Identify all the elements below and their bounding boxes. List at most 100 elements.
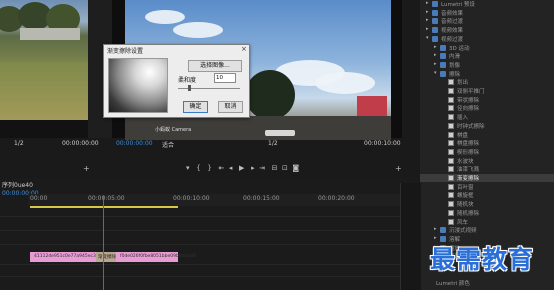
effects-item[interactable]: 水波块 xyxy=(420,157,554,165)
effects-item[interactable]: 棋盘擦除 xyxy=(420,139,554,147)
source-zoom[interactable]: 1/2 xyxy=(14,140,24,147)
folder-icon xyxy=(440,61,446,68)
choose-image-button[interactable]: 选择图像... xyxy=(188,60,242,72)
step-back-icon[interactable]: ◂ xyxy=(229,164,233,172)
ruler-label: 00:00:15:00 xyxy=(243,195,280,202)
source-add-icon[interactable]: + xyxy=(83,164,90,173)
source-video-frame xyxy=(0,0,88,120)
effect-icon xyxy=(448,131,454,138)
ruler-label: 00:00:20:00 xyxy=(318,195,355,202)
effects-item-label: 音频效果 xyxy=(441,10,464,17)
effects-item[interactable]: 随机擦除 xyxy=(420,209,554,217)
effects-item[interactable]: ▾ 视频过渡 xyxy=(420,35,554,43)
effects-item[interactable]: 棋盘 xyxy=(420,131,554,139)
effects-item-label: 随机块 xyxy=(457,202,474,209)
effect-icon xyxy=(448,157,454,164)
source-timecode: 00:00:00:00 xyxy=(62,140,99,147)
program-zoom[interactable]: 1/2 xyxy=(268,140,278,147)
effects-item[interactable]: 划出 xyxy=(420,78,554,86)
extract-icon[interactable]: ⊡ xyxy=(282,164,288,172)
close-icon[interactable]: × xyxy=(241,45,247,53)
disclosure-arrow-icon[interactable]: ▸ xyxy=(434,44,437,50)
effects-item-label: 划像 xyxy=(449,62,461,69)
effects-item[interactable]: 时钟式擦除 xyxy=(420,122,554,130)
transition-clip[interactable]: 渐变擦除 xyxy=(96,252,116,262)
effects-item[interactable]: ▸ 3D 运动 xyxy=(420,44,554,52)
effects-item[interactable]: 螺旋框 xyxy=(420,191,554,199)
play-icon[interactable]: ▶ xyxy=(239,164,244,172)
softness-input[interactable] xyxy=(214,73,236,83)
effects-item[interactable]: 随机块 xyxy=(420,200,554,208)
sequence-tab[interactable]: 序列0ue40 xyxy=(2,180,33,189)
effects-item[interactable]: 双侧平推门 xyxy=(420,87,554,95)
effects-item[interactable]: ▸ Lumetri 预设 xyxy=(420,0,554,8)
effects-item-label: 楔形擦除 xyxy=(457,149,480,156)
effect-icon xyxy=(448,79,454,86)
effects-item[interactable]: ▾ 擦除 xyxy=(420,70,554,78)
effects-footer: Lumetri 颜色 xyxy=(436,281,470,287)
effects-item-label: 油漆飞溅 xyxy=(457,167,480,174)
effects-item[interactable]: 风车 xyxy=(420,218,554,226)
timeline-scrollbar[interactable] xyxy=(400,183,421,290)
effects-item[interactable]: 渐变擦除 xyxy=(420,174,554,182)
softness-slider-thumb[interactable] xyxy=(188,85,191,91)
disclosure-arrow-icon[interactable]: ▸ xyxy=(434,52,437,58)
effects-item[interactable]: 油漆飞溅 xyxy=(420,165,554,173)
effects-item-label: 风车 xyxy=(457,219,469,226)
timeline-panel: 序列0ue40 00:00:00:00 00:00 00:00:05:00 00… xyxy=(0,178,420,290)
effects-item-label: 水波块 xyxy=(457,158,474,165)
effects-item[interactable]: 径向擦除 xyxy=(420,104,554,112)
out-point-icon[interactable]: } xyxy=(207,164,211,172)
effects-item-label: 沉浸式视频 xyxy=(449,228,477,235)
ok-button[interactable]: 确定 xyxy=(183,101,208,113)
lift-icon[interactable]: ⊟ xyxy=(272,164,278,172)
source-monitor: 1/2 00:00:00:00 xyxy=(0,0,99,147)
go-to-out-icon[interactable]: ⇥ xyxy=(259,164,265,172)
effects-item[interactable]: 带状擦除 xyxy=(420,96,554,104)
effects-item-label: 插入 xyxy=(457,115,469,122)
go-to-in-icon[interactable]: ⇤ xyxy=(219,164,225,172)
effects-item-label: 随机擦除 xyxy=(457,210,480,217)
effects-item-label: 百叶窗 xyxy=(457,184,474,191)
ruler-label: 00:00:05:00 xyxy=(88,195,125,202)
disclosure-arrow-icon[interactable]: ▾ xyxy=(434,70,437,76)
effects-item[interactable]: 插入 xyxy=(420,113,554,121)
effects-item[interactable]: ▸ 沉浸式视频 xyxy=(420,226,554,234)
effects-item[interactable]: ▸ 音频过渡 xyxy=(420,17,554,25)
timeline-ruler[interactable]: 00:00 00:00:05:00 00:00:10:00 00:00:15:0… xyxy=(28,194,400,206)
effects-item-label: Lumetri 预设 xyxy=(441,2,475,8)
work-area-bar[interactable] xyxy=(30,206,178,208)
disclosure-arrow-icon[interactable]: ▸ xyxy=(434,61,437,67)
effects-item[interactable]: ▸ 内滑 xyxy=(420,52,554,60)
disclosure-arrow-icon[interactable]: ▸ xyxy=(426,26,429,32)
effects-item[interactable]: 百叶窗 xyxy=(420,183,554,191)
in-point-icon[interactable]: { xyxy=(196,164,200,172)
ruler-label: 00:00:10:00 xyxy=(173,195,210,202)
cancel-button[interactable]: 取消 xyxy=(218,101,243,113)
disclosure-arrow-icon[interactable]: ▸ xyxy=(426,17,429,23)
program-fit-select[interactable]: 适合 xyxy=(162,140,174,149)
effects-item[interactable]: ▸ 音频效果 xyxy=(420,9,554,17)
gradient-wipe-settings-dialog: 渐变擦除设置 × 选择图像... 柔和度 确定 取消 xyxy=(103,44,250,118)
program-timecode: 00:00:00:00 xyxy=(116,140,153,147)
step-forward-icon[interactable]: ▸ xyxy=(251,164,255,172)
effect-icon xyxy=(448,201,454,208)
add-button-icon[interactable]: + xyxy=(395,164,402,173)
disclosure-arrow-icon[interactable]: ▸ xyxy=(426,9,429,15)
marker-icon[interactable]: ▾ xyxy=(186,164,190,172)
effects-item[interactable]: ▸ 视频效果 xyxy=(420,26,554,34)
export-frame-icon[interactable]: ◙ xyxy=(292,164,299,172)
dialog-title: 渐变擦除设置 xyxy=(107,48,144,55)
effect-icon xyxy=(448,114,454,121)
softness-label: 柔和度 xyxy=(178,77,197,84)
disclosure-arrow-icon[interactable]: ▾ xyxy=(426,35,429,41)
disclosure-arrow-icon[interactable]: ▸ xyxy=(434,226,437,232)
effects-item[interactable]: ▸ 划像 xyxy=(420,61,554,69)
effects-item[interactable]: 楔形擦除 xyxy=(420,148,554,156)
transport-controls: ▾ { } ⇤ ◂ ▶ ▸ ⇥ ⊟ ⊡ ◙ xyxy=(186,164,299,172)
folder-icon xyxy=(432,9,438,16)
effects-item-label: 径向擦除 xyxy=(457,106,480,113)
disclosure-arrow-icon[interactable]: ▸ xyxy=(426,0,429,6)
effects-item-label: 螺旋框 xyxy=(457,193,474,200)
playhead[interactable] xyxy=(103,196,104,290)
